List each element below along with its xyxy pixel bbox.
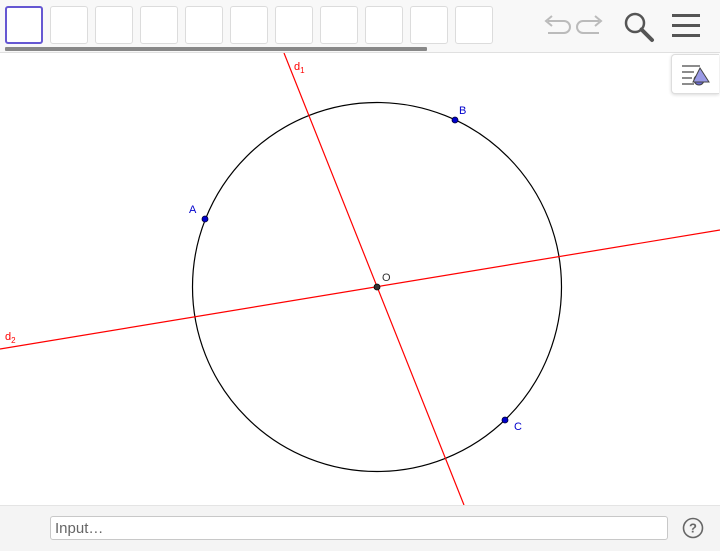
tool-button-11[interactable] [455, 6, 493, 44]
line-d1[interactable] [283, 53, 465, 505]
tool-button-2[interactable] [50, 6, 88, 44]
point-b[interactable] [451, 116, 459, 124]
tool-button-1[interactable] [5, 6, 43, 44]
label-d2-sub: 2 [11, 336, 16, 345]
search-icon[interactable] [622, 10, 656, 44]
tool-button-6[interactable] [230, 6, 268, 44]
line-d2[interactable] [0, 229, 720, 350]
tool-button-8[interactable] [320, 6, 358, 44]
label-a: A [189, 204, 197, 216]
label-b: B [459, 105, 466, 117]
label-d1: d1 [294, 61, 305, 75]
point-o[interactable] [373, 283, 381, 291]
toolbar [0, 0, 720, 53]
tool-button-3[interactable] [95, 6, 133, 44]
point-a[interactable] [201, 215, 209, 223]
tool-button-4[interactable] [140, 6, 178, 44]
help-glyph: ? [689, 521, 697, 536]
hamburger-menu-icon[interactable] [671, 13, 701, 39]
label-o: O [382, 272, 391, 284]
algebra-input[interactable] [50, 516, 668, 540]
tool-button-7[interactable] [275, 6, 313, 44]
label-c: C [514, 421, 522, 433]
graphics-view[interactable]: A B C O d1 d2 [0, 53, 720, 505]
help-icon[interactable]: ? [682, 517, 704, 539]
label-d1-sub: 1 [300, 66, 305, 75]
point-c[interactable] [501, 416, 509, 424]
toolbar-scrollbar[interactable] [5, 47, 427, 51]
redo-icon[interactable] [575, 12, 609, 42]
tool-button-9[interactable] [365, 6, 403, 44]
tool-button-5[interactable] [185, 6, 223, 44]
undo-icon[interactable] [538, 12, 572, 42]
tool-button-10[interactable] [410, 6, 448, 44]
input-footer: ? [0, 505, 720, 551]
label-d2: d2 [5, 331, 16, 345]
